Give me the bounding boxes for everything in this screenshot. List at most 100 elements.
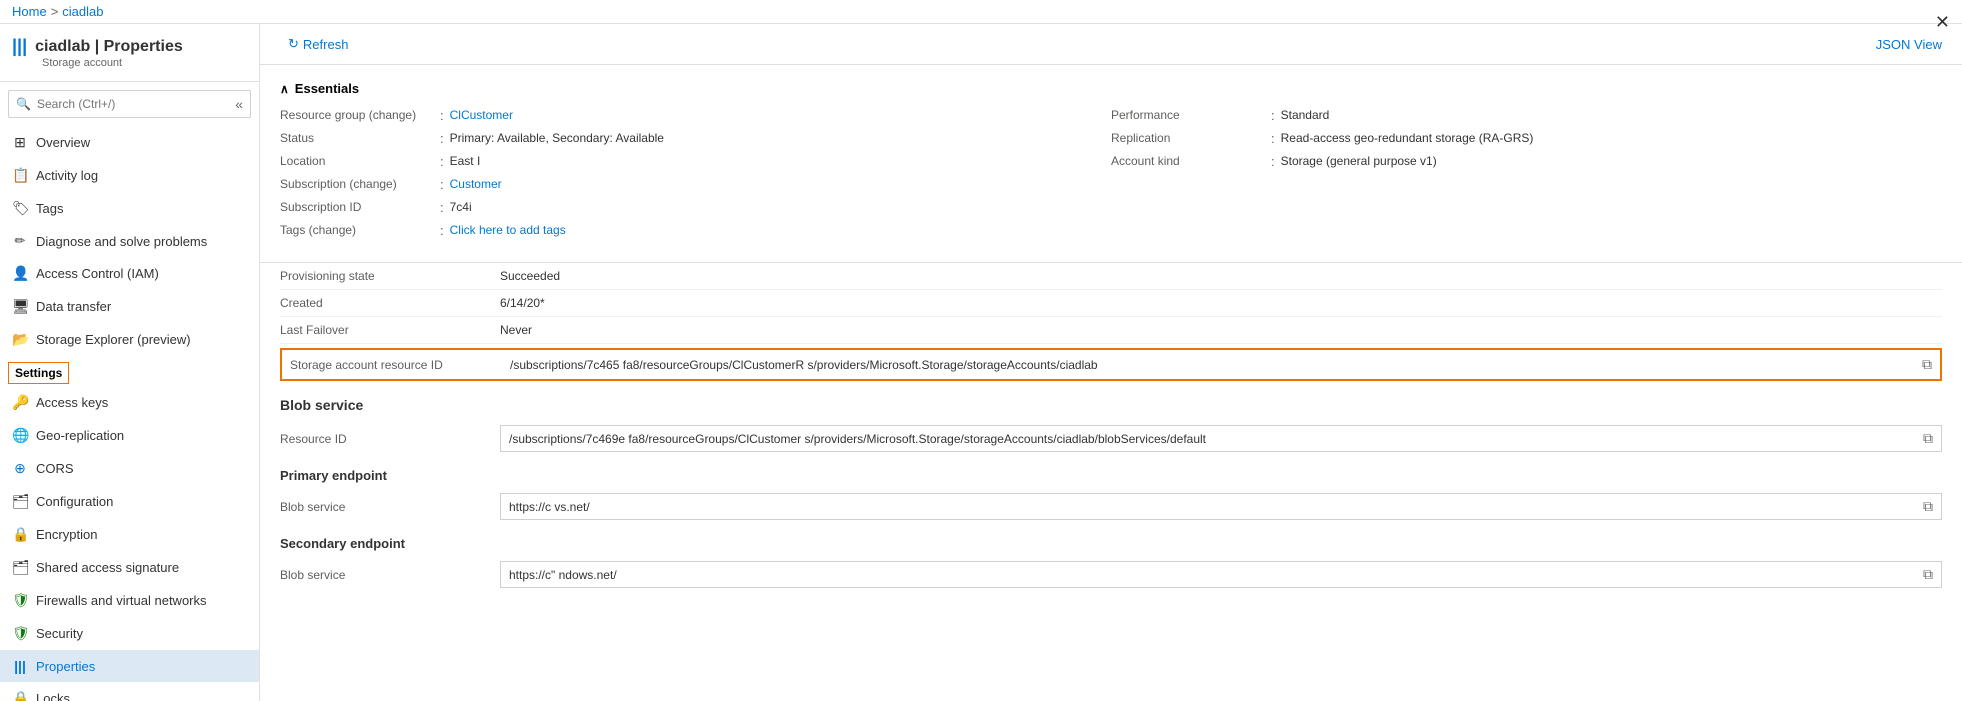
- tags-value[interactable]: Click here to add tags: [450, 223, 566, 237]
- account-kind-label: Account kind: [1111, 154, 1271, 168]
- sidebar-item-geo-replication[interactable]: 🌐 Geo-replication: [0, 419, 259, 452]
- settings-section-label: Settings: [8, 362, 69, 384]
- chevron-down-icon: ∧: [280, 82, 289, 96]
- sidebar-item-data-transfer[interactable]: 🖥 Data transfer: [0, 290, 259, 323]
- encryption-icon: 🔒: [12, 526, 28, 543]
- locks-icon: 🔒: [12, 690, 28, 701]
- sidebar-subtitle: Storage account: [42, 57, 247, 69]
- sidebar-item-configuration[interactable]: 🗂 Configuration: [0, 485, 259, 518]
- last-failover-label: Last Failover: [280, 323, 500, 337]
- secondary-endpoint-title: Secondary endpoint: [280, 536, 1942, 551]
- main-content: ↻ Refresh JSON View ∧ Essentials Resourc…: [260, 24, 1962, 701]
- sidebar-item-label: Overview: [36, 135, 90, 150]
- location-row: Location : East I: [280, 154, 1111, 169]
- provisioning-state-label: Provisioning state: [280, 269, 500, 283]
- primary-blob-service-value: https://c vs.net/: [509, 500, 1923, 514]
- json-view-link[interactable]: JSON View: [1876, 37, 1942, 52]
- tags-label: Tags (change): [280, 223, 440, 237]
- sidebar-item-overview[interactable]: ⊞ Overview: [0, 126, 259, 159]
- sidebar-item-security[interactable]: 🛡 Security: [0, 617, 259, 650]
- storage-resource-id-value: /subscriptions/7c465 fa8/resourceGroups/…: [510, 358, 1922, 372]
- essentials-grid: Resource group (change) : ClCustomer Sta…: [280, 108, 1942, 246]
- action-bar: ↻ Refresh JSON View: [260, 24, 1962, 65]
- sidebar-item-label: Locks: [36, 691, 70, 701]
- sidebar-item-activity-log[interactable]: 📋 Activity log: [0, 159, 259, 192]
- data-transfer-icon: 🖥: [12, 298, 28, 315]
- created-value: 6/14/20*: [500, 296, 1942, 310]
- breadcrumb-sep1: >: [51, 4, 59, 19]
- refresh-button[interactable]: ↻ Refresh: [280, 32, 356, 56]
- properties-icon: |||: [12, 658, 28, 674]
- secondary-blob-service-box: https://c" ndows.net/ ⧉: [500, 561, 1942, 588]
- sidebar-item-label: Security: [36, 626, 83, 641]
- copy-primary-blob-button[interactable]: ⧉: [1923, 498, 1933, 515]
- access-keys-icon: 🔑: [12, 394, 28, 411]
- sidebar-item-label: Geo-replication: [36, 428, 124, 443]
- blob-resource-id-label: Resource ID: [280, 432, 500, 446]
- sidebar-item-access-control[interactable]: 👤 Access Control (IAM): [0, 257, 259, 290]
- search-icon: 🔍: [16, 97, 31, 111]
- performance-value: Standard: [1281, 108, 1330, 122]
- sidebar-item-diagnose[interactable]: ✏ Diagnose and solve problems: [0, 225, 259, 257]
- sidebar-item-label: Activity log: [36, 168, 98, 183]
- storage-explorer-icon: 📂: [12, 331, 28, 348]
- secondary-blob-service-label: Blob service: [280, 568, 500, 582]
- secondary-blob-service-row: Blob service https://c" ndows.net/ ⧉: [280, 557, 1942, 592]
- essentials-label: Essentials: [295, 81, 359, 96]
- sidebar-item-shared-access[interactable]: 🗂 Shared access signature: [0, 551, 259, 584]
- blob-resource-id-box: /subscriptions/7c469e fa8/resourceGroups…: [500, 425, 1942, 452]
- blob-resource-id-row: Resource ID /subscriptions/7c469e fa8/re…: [280, 421, 1942, 456]
- breadcrumb-home[interactable]: Home: [12, 4, 47, 19]
- sidebar-navigation: ⊞ Overview 📋 Activity log 🏷 Tags ✏ Diagn…: [0, 126, 259, 701]
- primary-blob-service-row: Blob service https://c vs.net/ ⧉: [280, 489, 1942, 524]
- access-control-icon: 👤: [12, 265, 28, 282]
- account-kind-row: Account kind : Storage (general purpose …: [1111, 154, 1942, 169]
- essentials-section: ∧ Essentials Resource group (change) : C…: [260, 65, 1962, 263]
- copy-blob-resource-id-button[interactable]: ⧉: [1923, 430, 1933, 447]
- performance-label: Performance: [1111, 108, 1271, 122]
- sidebar-item-locks[interactable]: 🔒 Locks: [0, 682, 259, 701]
- blob-service-title: Blob service: [280, 397, 1942, 413]
- sidebar-item-label: Diagnose and solve problems: [36, 234, 207, 249]
- status-value: Primary: Available, Secondary: Available: [450, 131, 664, 145]
- sidebar-item-label: Properties: [36, 659, 95, 674]
- sidebar-item-label: Storage Explorer (preview): [36, 332, 191, 347]
- subscription-value[interactable]: Customer: [450, 177, 502, 191]
- properties-section: Provisioning state Succeeded Created 6/1…: [260, 263, 1962, 608]
- search-input[interactable]: [8, 90, 251, 118]
- tags-icon: 🏷: [12, 200, 28, 217]
- resource-group-value[interactable]: ClCustomer: [450, 108, 513, 122]
- copy-secondary-blob-button[interactable]: ⧉: [1923, 566, 1933, 583]
- security-icon: 🛡: [12, 625, 28, 642]
- sidebar-item-storage-explorer[interactable]: 📂 Storage Explorer (preview): [0, 323, 259, 356]
- sidebar-item-label: Access Control (IAM): [36, 266, 159, 281]
- sidebar-item-firewalls[interactable]: 🛡 Firewalls and virtual networks: [0, 584, 259, 617]
- firewalls-icon: 🛡: [12, 592, 28, 609]
- sidebar-item-label: Configuration: [36, 494, 113, 509]
- sidebar-title-text: ciadlab | Properties: [35, 38, 183, 56]
- sidebar-storage-icon: |||: [12, 36, 27, 57]
- performance-row: Performance : Standard: [1111, 108, 1942, 123]
- created-row: Created 6/14/20*: [280, 290, 1942, 317]
- resource-group-label: Resource group (change): [280, 108, 440, 122]
- sidebar-item-label: Tags: [36, 201, 63, 216]
- sidebar-item-encryption[interactable]: 🔒 Encryption: [0, 518, 259, 551]
- close-button[interactable]: ✕: [1935, 12, 1950, 33]
- subscription-label: Subscription (change): [280, 177, 440, 191]
- last-failover-row: Last Failover Never: [280, 317, 1942, 344]
- collapse-sidebar-button[interactable]: «: [235, 96, 243, 112]
- copy-resource-id-button[interactable]: ⧉: [1922, 356, 1932, 373]
- sidebar-item-cors[interactable]: ⊕ CORS: [0, 452, 259, 485]
- replication-row: Replication : Read-access geo-redundant …: [1111, 131, 1942, 146]
- resource-group-row: Resource group (change) : ClCustomer: [280, 108, 1111, 123]
- blob-resource-id-value: /subscriptions/7c469e fa8/resourceGroups…: [509, 432, 1923, 446]
- sidebar-item-label: Data transfer: [36, 299, 111, 314]
- essentials-header[interactable]: ∧ Essentials: [280, 81, 1942, 96]
- sidebar-item-properties[interactable]: ||| Properties: [0, 650, 259, 682]
- breadcrumb-current[interactable]: ciadlab: [62, 4, 103, 19]
- sidebar-item-tags[interactable]: 🏷 Tags: [0, 192, 259, 225]
- geo-replication-icon: 🌐: [12, 427, 28, 444]
- cors-icon: ⊕: [12, 460, 28, 477]
- account-kind-value: Storage (general purpose v1): [1281, 154, 1437, 168]
- sidebar-item-access-keys[interactable]: 🔑 Access keys: [0, 386, 259, 419]
